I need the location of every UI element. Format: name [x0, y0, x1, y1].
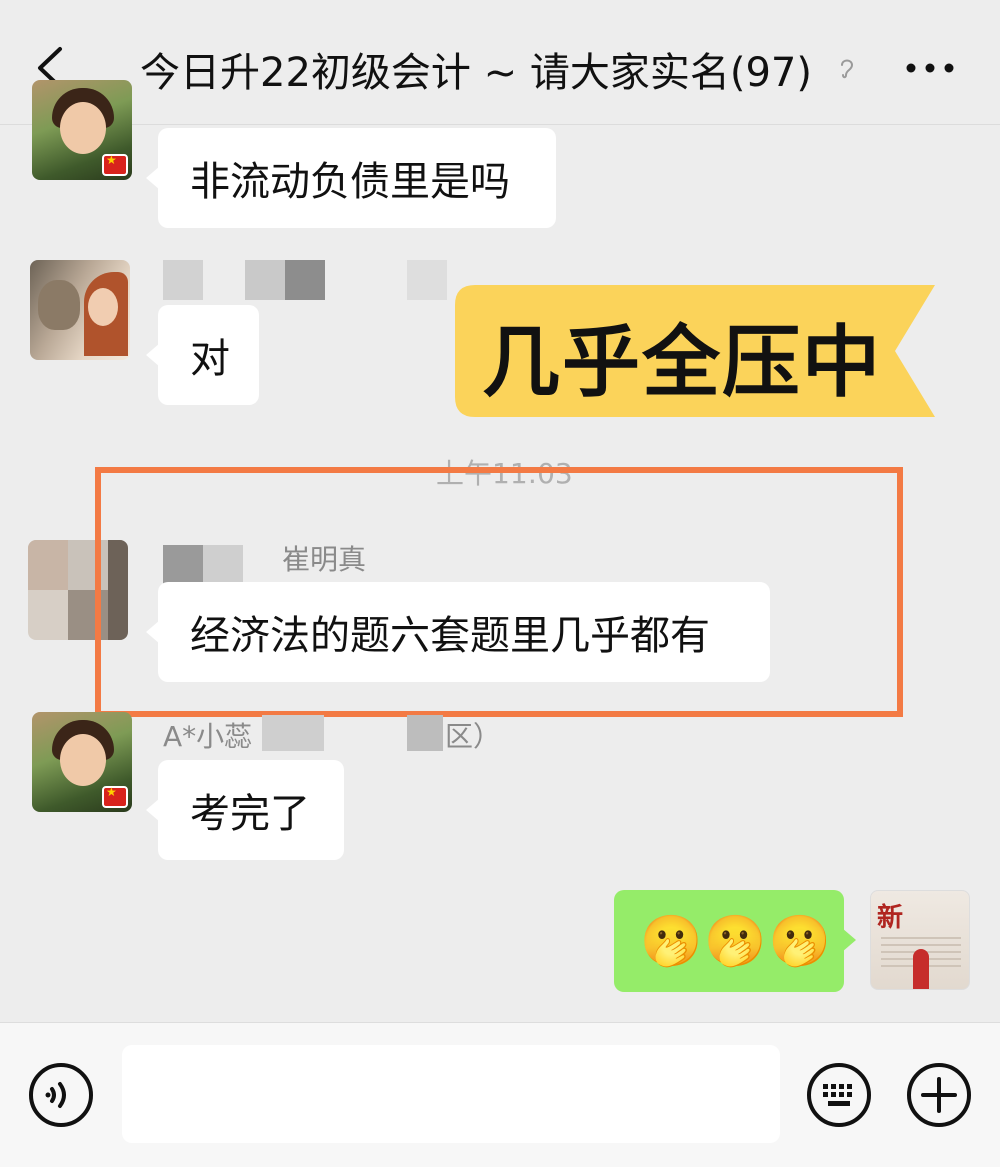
highlight-frame	[95, 467, 903, 717]
banner-text: 几乎全压中	[482, 318, 883, 408]
avatar[interactable]	[32, 712, 132, 812]
more-dots-icon[interactable]	[905, 58, 955, 78]
message-bubble[interactable]: 对	[146, 305, 259, 405]
message-bubble[interactable]: 考完了	[146, 760, 344, 860]
plus-icon[interactable]	[906, 1062, 972, 1128]
emoji-message: 🫢🫢🫢	[640, 911, 833, 970]
message-input[interactable]	[122, 1045, 780, 1143]
message-text: 非流动负债里是吗	[190, 159, 510, 205]
sender-name: A*小蕊	[163, 720, 253, 753]
chat-header: 今日升22初级会计 ~ 请大家实名(97)	[0, 0, 1000, 125]
voice-icon[interactable]	[28, 1062, 94, 1128]
avatar[interactable]	[30, 260, 130, 360]
message-bubble[interactable]: 非流动负债里是吗	[146, 128, 556, 228]
keyboard-icon[interactable]	[806, 1062, 872, 1128]
message-text: 对	[190, 336, 230, 382]
sender-name-pixel	[407, 715, 443, 751]
message-text: 考完了	[190, 791, 310, 837]
chat-title: 今日升22初级会计 ~ 请大家实名(97)	[140, 50, 812, 96]
message-bubble-self[interactable]: 🫢🫢🫢	[614, 890, 856, 992]
sender-name-pixel	[262, 715, 324, 751]
sender-name-suffix: 区）	[445, 720, 502, 753]
ear-icon	[841, 59, 854, 79]
avatar[interactable]	[32, 80, 132, 180]
avatar-self[interactable]: 新	[870, 890, 970, 990]
